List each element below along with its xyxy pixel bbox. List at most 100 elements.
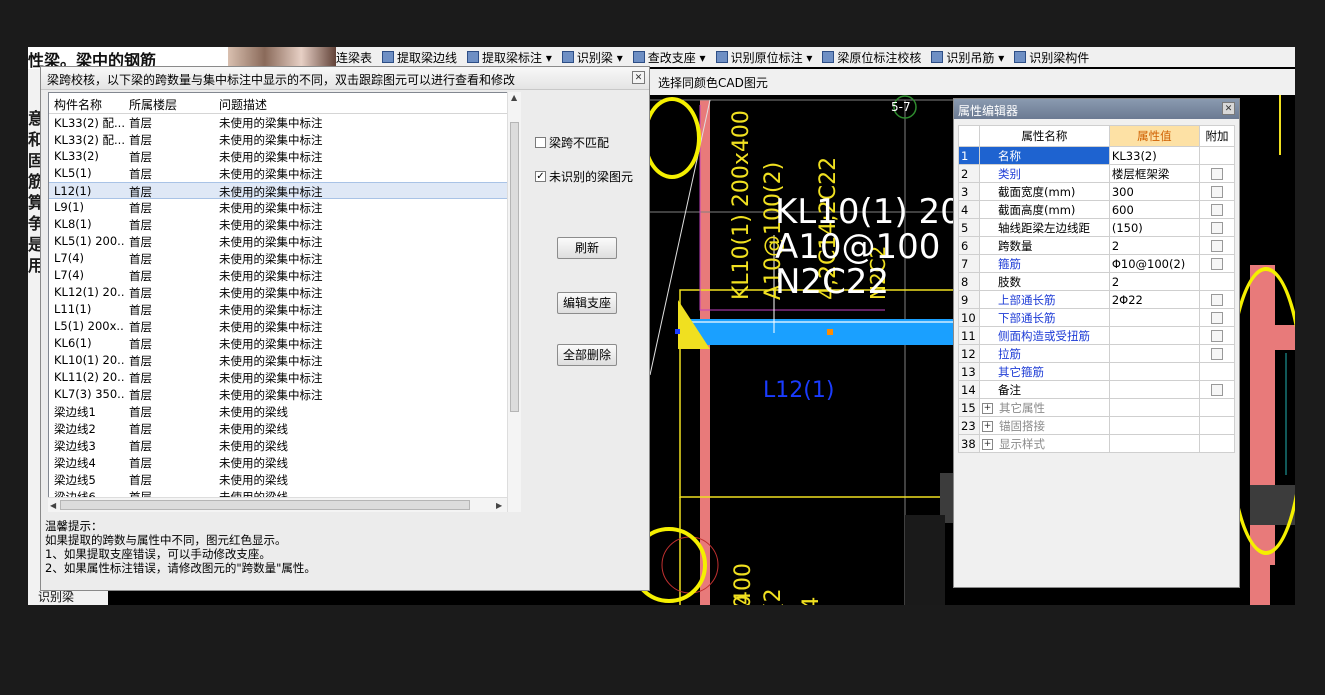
toolbar-button-5[interactable]: 识别原位标注 ▾ <box>715 49 812 66</box>
property-value-cell[interactable] <box>1108 344 1201 363</box>
issue-list-hscroll[interactable]: ◀ ▶ <box>48 497 507 512</box>
property-row[interactable]: 6 跨数量 2 <box>958 236 1235 255</box>
expand-plus-icon[interactable]: + <box>982 402 993 414</box>
property-value-cell[interactable]: 600 <box>1108 200 1201 219</box>
issue-list-vscroll[interactable]: ▲ <box>507 92 521 512</box>
property-row[interactable]: 2 类别 楼层框架梁 <box>958 164 1235 183</box>
property-row[interactable]: 9 上部通长筋 2Φ22 <box>958 290 1235 309</box>
issue-row[interactable]: KL12(1) 20... 首层 未使用的梁集中标注 <box>49 284 520 301</box>
refresh-button[interactable]: 刷新 <box>557 237 617 259</box>
extra-checkbox[interactable] <box>1211 222 1223 234</box>
extra-checkbox[interactable] <box>1211 204 1223 216</box>
issue-row[interactable]: 梁边线1 首层 未使用的梁线 <box>49 403 520 420</box>
column-header-name[interactable]: 构件名称 <box>54 96 102 113</box>
property-value-cell[interactable]: 2Φ22 <box>1108 290 1201 309</box>
extra-checkbox[interactable] <box>1211 186 1223 198</box>
toolbar-button-7[interactable]: 识别吊筋 ▾ <box>931 49 1004 66</box>
issue-row[interactable]: KL10(1) 20... 首层 未使用的梁集中标注 <box>49 352 520 369</box>
property-row[interactable]: 38 + 显示样式 <box>958 434 1235 453</box>
property-value-cell[interactable] <box>1108 380 1201 399</box>
property-value-cell[interactable]: 300 <box>1108 182 1201 201</box>
issue-row[interactable]: L7(4) 首层 未使用的梁集中标注 <box>49 250 520 267</box>
toolbar-button-1[interactable]: 提取梁边线 <box>382 49 457 66</box>
scroll-thumb[interactable] <box>510 122 519 412</box>
issue-row[interactable]: KL11(2) 20... 首层 未使用的梁集中标注 <box>49 369 520 386</box>
property-row[interactable]: 4 截面高度(mm) 600 <box>958 200 1235 219</box>
property-row[interactable]: 1 名称 KL33(2) <box>958 146 1235 165</box>
issue-row[interactable]: 梁边线2 首层 未使用的梁线 <box>49 420 520 437</box>
toolbar-button-8[interactable]: 识别梁构件 <box>1014 49 1089 66</box>
column-header-issue[interactable]: 问题描述 <box>219 96 267 113</box>
select-same-color-cad-button[interactable]: 选择同颜色CAD图元 <box>658 74 768 91</box>
issue-row[interactable]: KL8(1) 首层 未使用的梁集中标注 <box>49 216 520 233</box>
column-header-floor[interactable]: 所属楼层 <box>129 96 177 113</box>
issue-row[interactable]: KL7(3) 350... 首层 未使用的梁集中标注 <box>49 386 520 403</box>
property-row[interactable]: 12 拉筋 <box>958 344 1235 363</box>
issue-row[interactable]: KL6(1) 首层 未使用的梁集中标注 <box>49 335 520 352</box>
unrecognized-beam-checkbox[interactable]: ✓ 未识别的梁图元 <box>535 168 633 185</box>
property-value-cell[interactable]: 2 <box>1108 236 1201 255</box>
property-row[interactable]: 11 侧面构造或受扭筋 <box>958 326 1235 345</box>
extra-checkbox[interactable] <box>1211 294 1223 306</box>
property-row[interactable]: 8 肢数 2 <box>958 272 1235 291</box>
delete-all-button[interactable]: 全部删除 <box>557 344 617 366</box>
scroll-up-icon[interactable]: ▲ <box>511 93 517 102</box>
property-value-cell[interactable]: KL33(2) <box>1108 146 1201 165</box>
property-row[interactable]: 23 + 锚固搭接 <box>958 416 1235 435</box>
issue-row[interactable]: 梁边线5 首层 未使用的梁线 <box>49 471 520 488</box>
checkbox-box[interactable]: ✓ <box>535 171 546 182</box>
issue-row[interactable]: L12(1) 首层 未使用的梁集中标注 <box>49 182 520 199</box>
checkbox-box[interactable] <box>535 137 546 148</box>
scroll-right-icon[interactable]: ▶ <box>496 501 502 510</box>
property-value-cell[interactable] <box>1108 434 1201 453</box>
issue-row[interactable]: 梁边线4 首层 未使用的梁线 <box>49 454 520 471</box>
property-row[interactable]: 7 箍筋 Φ10@100(2) <box>958 254 1235 273</box>
property-value-cell[interactable] <box>1108 416 1201 435</box>
issue-row[interactable]: KL33(2) 配... 首层 未使用的梁集中标注 <box>49 131 520 148</box>
toolbar-button-4[interactable]: 查改支座 ▾ <box>632 49 706 66</box>
toolbar-button-3[interactable]: 识别梁 ▾ <box>561 49 623 66</box>
property-value-cell[interactable] <box>1108 398 1201 417</box>
property-row[interactable]: 13 其它箍筋 <box>958 362 1235 381</box>
toolbar-button-2[interactable]: 提取梁标注 ▾ <box>467 49 552 66</box>
extra-checkbox[interactable] <box>1211 330 1223 342</box>
issue-row[interactable]: 梁边线3 首层 未使用的梁线 <box>49 437 520 454</box>
property-value-cell[interactable]: Φ10@100(2) <box>1108 254 1201 273</box>
extra-checkbox[interactable] <box>1211 312 1223 324</box>
issue-row[interactable]: L5(1) 200x... 首层 未使用的梁集中标注 <box>49 318 520 335</box>
dialog-titlebar[interactable]: 梁跨校核，以下梁的跨数量与集中标注中显示的不同，双击跟踪图元可以进行查看和修改 … <box>41 67 649 90</box>
toolbar-button-0[interactable]: 连梁表 <box>336 49 372 66</box>
scroll-left-icon[interactable]: ◀ <box>50 501 56 510</box>
property-value-cell[interactable] <box>1108 308 1201 327</box>
property-value-cell[interactable] <box>1108 326 1201 345</box>
issue-row[interactable]: KL5(1) 200... 首层 未使用的梁集中标注 <box>49 233 520 250</box>
issue-row[interactable]: L7(4) 首层 未使用的梁集中标注 <box>49 267 520 284</box>
issue-row[interactable]: L11(1) 首层 未使用的梁集中标注 <box>49 301 520 318</box>
issue-row[interactable]: KL33(2) 配... 首层 未使用的梁集中标注 <box>49 114 520 131</box>
extra-checkbox[interactable] <box>1211 258 1223 270</box>
expand-plus-icon[interactable]: + <box>982 438 993 450</box>
property-row[interactable]: 14 备注 <box>958 380 1235 399</box>
extra-checkbox[interactable] <box>1211 348 1223 360</box>
span-mismatch-checkbox[interactable]: 梁跨不匹配 <box>535 134 609 151</box>
property-row[interactable]: 10 下部通长筋 <box>958 308 1235 327</box>
property-row[interactable]: 15 + 其它属性 <box>958 398 1235 417</box>
expand-plus-icon[interactable]: + <box>982 420 993 432</box>
issue-row[interactable]: L9(1) 首层 未使用的梁集中标注 <box>49 199 520 216</box>
extra-checkbox[interactable] <box>1211 240 1223 252</box>
property-value-cell[interactable]: 楼层框架梁 <box>1108 164 1201 183</box>
dialog-close-icon[interactable]: ✕ <box>632 71 645 84</box>
property-editor-titlebar[interactable]: 属性编辑器 ✕ <box>954 99 1239 119</box>
property-row[interactable]: 3 截面宽度(mm) 300 <box>958 182 1235 201</box>
extra-checkbox[interactable] <box>1211 384 1223 396</box>
property-value-cell[interactable]: 2 <box>1108 272 1201 291</box>
issue-list[interactable]: 构件名称 所属楼层 问题描述 KL33(2) 配... 首层 未使用的梁集中标注 KL… <box>48 92 521 512</box>
property-value-cell[interactable]: (150) <box>1108 218 1201 237</box>
issue-row[interactable]: KL5(1) 首层 未使用的梁集中标注 <box>49 165 520 182</box>
issue-row[interactable]: KL33(2) 首层 未使用的梁集中标注 <box>49 148 520 165</box>
toolbar-button-6[interactable]: 梁原位标注校核 <box>822 49 921 66</box>
property-value-cell[interactable] <box>1108 362 1201 381</box>
hscroll-thumb[interactable] <box>60 500 470 510</box>
property-editor-close-icon[interactable]: ✕ <box>1222 102 1235 115</box>
edit-support-button[interactable]: 编辑支座 <box>557 292 617 314</box>
